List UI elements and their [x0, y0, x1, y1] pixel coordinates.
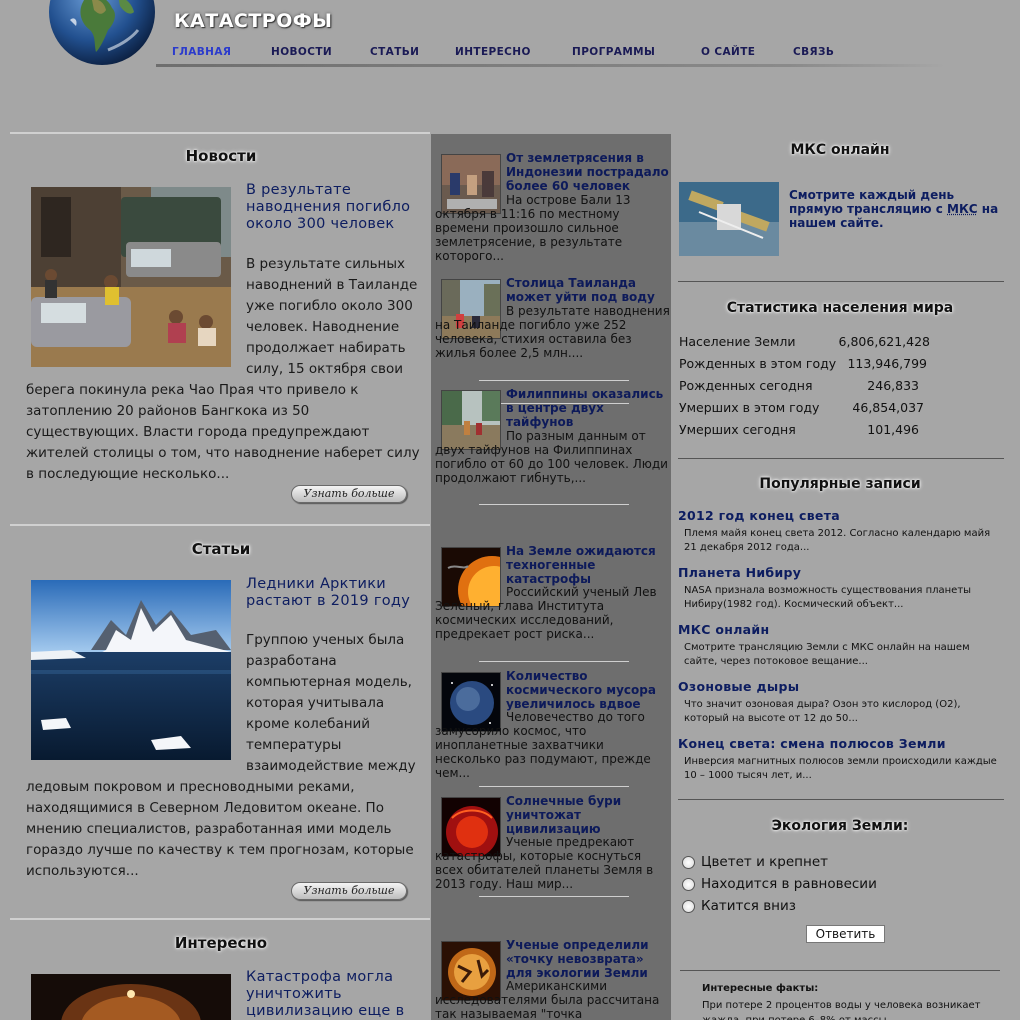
stat-label: Умерших сегодня — [679, 422, 796, 437]
articles-body-bottom: ледовым покровом и пресноводными реками,… — [26, 779, 414, 879]
stat-label: Умерших в этом году — [679, 400, 820, 415]
stat-value: 6,806,621,428 — [838, 334, 930, 349]
popular-item-text: NASA признала возможность существования … — [684, 585, 972, 610]
poll-option-label: Катится вниз — [701, 898, 796, 914]
feed-title[interactable]: Филиппины оказались в центре двух тайфун… — [506, 387, 671, 429]
feed-divider — [479, 661, 629, 662]
stat-value: 113,946,799 — [847, 356, 927, 371]
poll-option[interactable]: Цветет и крепнет — [682, 854, 828, 870]
radio-button[interactable] — [682, 899, 695, 913]
feed-text: Человечество до того замусорило космос, … — [435, 710, 651, 780]
sidebar-divider — [678, 458, 1004, 459]
nav-programs[interactable]: ПРОГРАММЫ — [572, 46, 655, 58]
popular-item-text: Смотрите трансляцию Земли с МКС онлайн н… — [684, 642, 970, 667]
feed-divider — [479, 786, 629, 787]
feed-text: По разным данным от двух тайфунов на Фил… — [435, 429, 668, 485]
popular-item-title[interactable]: Конец света: смена полюсов Земли — [678, 736, 946, 751]
feed-text: Ученые предрекают катастрофы, которые ко… — [435, 835, 654, 891]
stat-value: 101,496 — [867, 422, 919, 437]
interesting-heading: Интересно — [174, 934, 268, 952]
poll-option[interactable]: Находится в равновесии — [682, 876, 877, 892]
feed-title[interactable]: На Земле ожидаются техногенные катастроф… — [506, 544, 671, 586]
flood-photo[interactable] — [31, 187, 231, 367]
nav-underline — [156, 64, 946, 67]
site-title[interactable]: КАТАСТРОФЫ — [174, 10, 332, 32]
stat-value: 46,854,037 — [852, 400, 924, 415]
popular-item-title[interactable]: МКС онлайн — [678, 622, 769, 637]
poll-option-label: Находится в равновесии — [701, 876, 877, 892]
feed-text: Американскими исследователями была рассч… — [435, 979, 660, 1020]
site-header: КАТАСТРОФЫ ГЛАВНАЯ НОВОСТИ СТАТЬИ ИНТЕРЕ… — [0, 0, 1020, 134]
feed-divider — [479, 380, 629, 381]
sidebar-divider — [678, 281, 1004, 282]
stat-value: 246,833 — [867, 378, 919, 393]
popular-item-title[interactable]: Планета Нибиру — [678, 565, 801, 580]
radio-button[interactable] — [682, 855, 695, 869]
radio-button[interactable] — [682, 877, 695, 891]
facts-text: При потере 2 процентов воды у человека в… — [702, 1000, 981, 1020]
feed-text: Российский ученый Лев Зеленый, глава Инс… — [435, 585, 657, 641]
nav-home[interactable]: ГЛАВНАЯ — [172, 46, 231, 58]
cosmic-photo[interactable] — [31, 974, 231, 1020]
feed-text: На острове Бали 13 октября в 11:16 по ме… — [435, 193, 631, 263]
iss-heading: МКС онлайн — [790, 142, 890, 158]
popular-item-title[interactable]: 2012 год конец света — [678, 508, 840, 523]
nav-articles[interactable]: СТАТЬИ — [370, 46, 419, 58]
feed-divider — [479, 504, 629, 505]
news-body-top: В результате сильных наводнений в Таилан… — [246, 256, 418, 377]
nav-about[interactable]: О САЙТЕ — [701, 46, 755, 58]
news-heading: Новости — [185, 147, 257, 165]
news-body-bottom: берега покинула река Чао Прая что привел… — [26, 382, 420, 482]
sidebar-divider — [680, 970, 1000, 971]
sidebar: МКС онлайн Смотрите каждый день прямую т… — [672, 134, 1020, 1020]
articles-body-top: Группою ученых была разработана компьюте… — [246, 632, 416, 774]
articles-more-button[interactable]: Узнать больше — [291, 882, 407, 900]
news-feed: От землетрясения в Индонезии пострадало … — [431, 134, 671, 1020]
globe-logo[interactable] — [48, 0, 156, 74]
news-section: Новости В результате наводнения погибло … — [12, 134, 430, 524]
stats-heading: Статистика населения мира — [726, 300, 954, 316]
popular-item-text: Что значит озоновая дыра? Озон это кисло… — [684, 699, 961, 724]
poll-option-label: Цветет и крепнет — [701, 854, 828, 870]
stat-label: Рожденных сегодня — [679, 378, 813, 393]
interesting-headline[interactable]: Катастрофа могла уничтожить цивилизацию … — [246, 969, 426, 1020]
arctic-photo[interactable] — [31, 580, 231, 760]
stat-label: Население Земли — [679, 334, 796, 349]
poll-option[interactable]: Катится вниз — [682, 898, 796, 914]
articles-heading: Статьи — [191, 540, 251, 558]
poll-heading: Экология Земли: — [771, 818, 909, 834]
popular-item-text: Инверсия магнитных полюсов земли происхо… — [684, 756, 997, 781]
feed-text: В результате наводнения на Таиланде поги… — [435, 304, 670, 360]
popular-item-title[interactable]: Озоновые дыры — [678, 679, 799, 694]
popular-item-text: Племя майя конец света 2012. Согласно ка… — [684, 528, 991, 553]
news-headline[interactable]: В результате наводнения погибло около 30… — [246, 182, 426, 233]
iss-text[interactable]: Смотрите каждый день прямую трансляцию с… — [789, 188, 1001, 230]
iss-text-part: Смотрите каждый день прямую трансляцию с — [789, 188, 955, 216]
stat-label: Рожденных в этом году — [679, 356, 837, 371]
nav-news[interactable]: НОВОСТИ — [271, 46, 332, 58]
articles-section: Статьи Ледники Арктики растают в 2019 го… — [12, 526, 430, 918]
articles-headline[interactable]: Ледники Арктики растают в 2019 году — [246, 576, 426, 610]
interesting-section: Интересно Катастрофа могла уничтожить ци… — [12, 920, 430, 1020]
nav-interesting[interactable]: ИНТЕРЕСНО — [455, 46, 531, 58]
sidebar-divider — [678, 799, 1004, 800]
facts-title: Интересные факты: — [702, 983, 819, 994]
feed-divider — [479, 896, 629, 897]
feed-title[interactable]: Ученые определили «точку невозврата» для… — [506, 938, 671, 980]
popular-heading: Популярные записи — [759, 476, 921, 492]
iss-photo[interactable] — [679, 182, 779, 256]
news-more-button[interactable]: Узнать больше — [291, 485, 407, 503]
feed-title[interactable]: Количество космического мусора увеличило… — [506, 669, 671, 711]
nav-contact[interactable]: СВЯЗЬ — [793, 46, 834, 58]
feed-title[interactable]: От землетрясения в Индонезии пострадало … — [506, 151, 671, 193]
poll-submit-button[interactable]: Ответить — [806, 925, 885, 943]
feed-title[interactable]: Солнечные бури уничтожат цивилизацию — [506, 794, 671, 836]
feed-title[interactable]: Столица Таиланда может уйти под воду — [506, 276, 671, 304]
iss-link[interactable]: МКС — [947, 202, 978, 216]
